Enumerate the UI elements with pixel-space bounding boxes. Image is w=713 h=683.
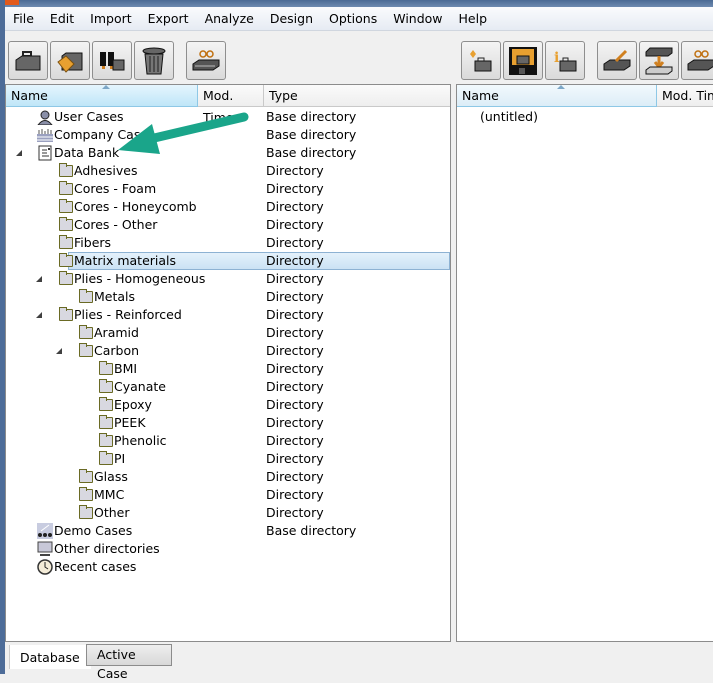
annotation-arrow <box>118 112 249 154</box>
